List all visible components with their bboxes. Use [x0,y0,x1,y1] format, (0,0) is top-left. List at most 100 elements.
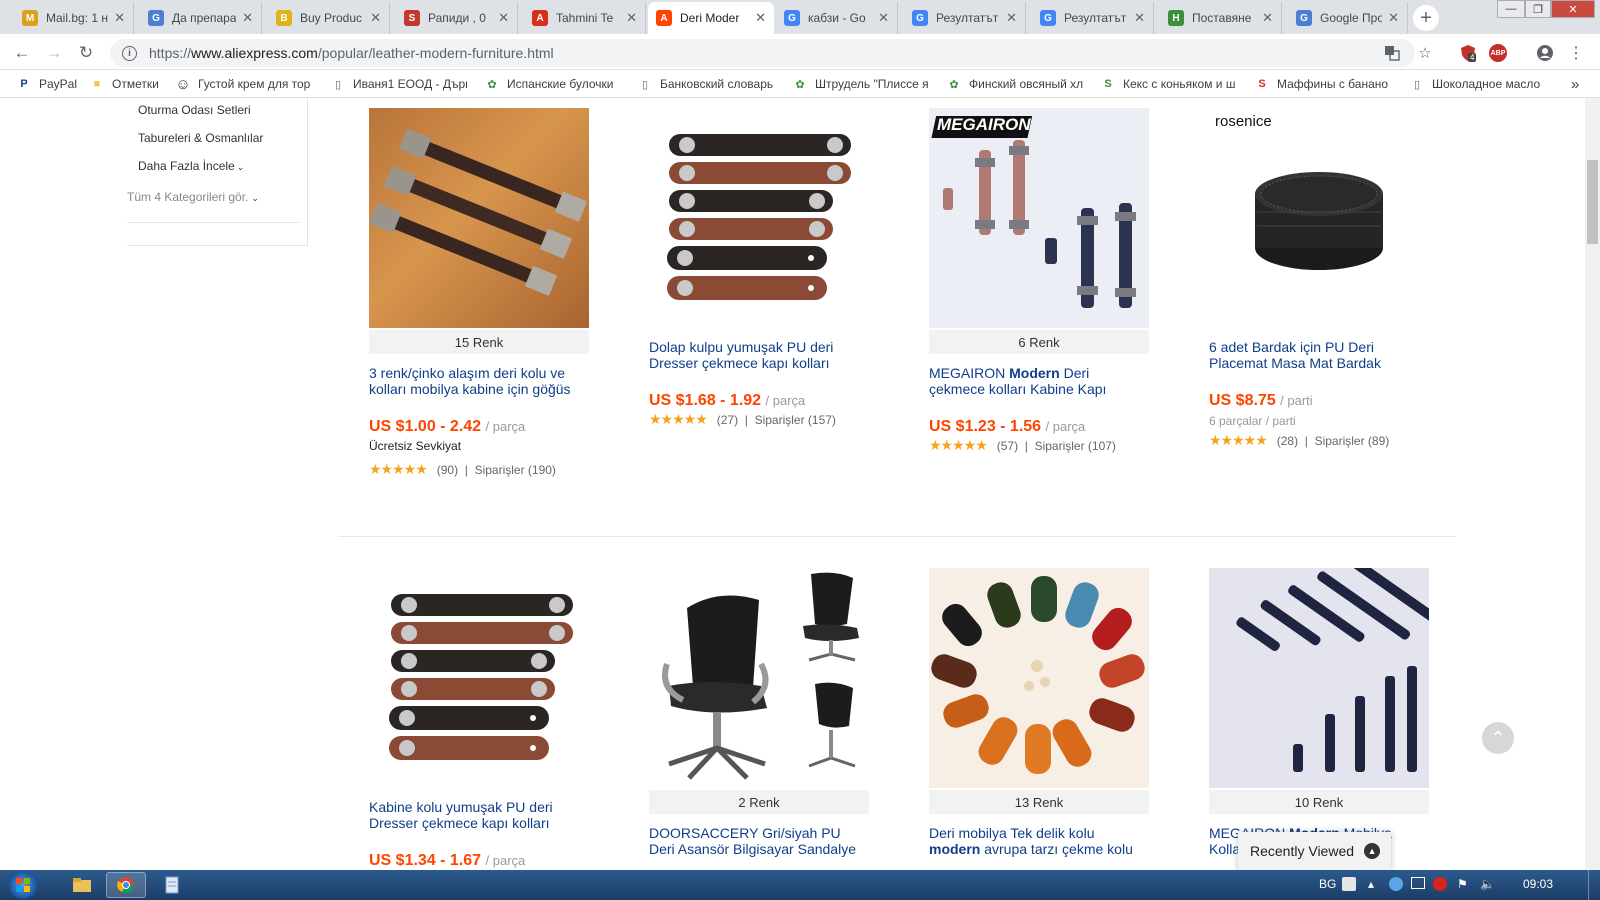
product-title[interactable]: Kabine kolu yumuşak PU deri Dresser çekm… [369,799,589,831]
tab-rezultat-2[interactable]: G Резултатът ✕ [1032,2,1154,34]
close-tab-icon[interactable]: ✕ [1388,10,1399,26]
close-tab-icon[interactable]: ✕ [1134,10,1145,26]
back-arrow-icon[interactable]: ← [11,42,33,64]
close-tab-icon[interactable]: ✕ [755,10,766,26]
tab-deri-modern-active[interactable]: A Deri Moder ✕ [648,2,774,34]
close-window-button[interactable]: ✕ [1551,0,1595,18]
product-card[interactable]: 13 Renk Deri mobilya Tek delik kolu mode… [929,568,1149,868]
forward-arrow-icon[interactable]: → [43,42,65,64]
translate-icon[interactable] [1382,43,1402,63]
tab-rapidi[interactable]: S Рапиди , 0 ✕ [396,2,518,34]
bookmark-item[interactable]: S Маффины с банано [1255,76,1391,92]
review-count[interactable]: (90) [437,463,458,477]
tab-buy-product[interactable]: B Buy Produc ✕ [268,2,390,34]
bookmarks-overflow-icon[interactable]: » [1571,76,1587,92]
close-tab-icon[interactable]: ✕ [114,10,125,26]
tray-arrow-icon[interactable]: ▴ [1368,877,1374,891]
profile-avatar-icon[interactable] [1535,43,1555,63]
bookmark-item[interactable]: ▯ Иваня1 ЕООД - Дърв [331,76,467,92]
product-image[interactable] [649,568,869,788]
maximize-button[interactable]: ❐ [1525,0,1551,18]
skype-icon[interactable] [1389,877,1403,891]
review-count[interactable]: (57) [997,439,1018,453]
sidebar-link-stools[interactable]: Tabureleri & Osmanlılar [138,131,263,145]
tab-tahmini[interactable]: A Tahmini Te ✕ [524,2,646,34]
bookmark-item[interactable]: ▯ Шоколадное масло [1410,76,1548,92]
clock[interactable]: 09:03 [1523,877,1553,891]
review-count[interactable]: (27) [717,413,738,427]
bookmark-paypal[interactable]: P PayPal [17,76,79,92]
product-title[interactable]: Dolap kulpu yumuşak PU deri Dresser çekm… [649,339,869,371]
tab-postavyane[interactable]: H Поставяне ✕ [1160,2,1282,34]
product-card[interactable]: 10 Renk MEGAIRON Modern Mobilya Kolları [1209,568,1429,868]
close-tab-icon[interactable]: ✕ [626,10,637,26]
product-image[interactable] [649,108,869,328]
bookmark-folder[interactable]: ■ Отметки [90,76,162,92]
antivirus-icon[interactable] [1433,877,1447,891]
product-image[interactable]: rosenice [1209,108,1429,328]
product-card[interactable]: 2 Renk DOORSACCERY Gri/siyah PU Deri Asa… [649,568,869,868]
minimize-button[interactable]: — [1497,0,1525,18]
extension-shield-icon[interactable]: 4 [1458,43,1478,63]
tab-translate[interactable]: G Да препара ✕ [140,2,262,34]
bookmark-item[interactable]: S Кекс с коньяком и ш [1101,76,1237,92]
product-image[interactable]: MEGAIRON [929,108,1149,328]
product-title[interactable]: 6 adet Bardak için PU Deri Placemat Masa… [1209,339,1429,371]
product-image[interactable] [369,108,589,328]
bookmark-item[interactable]: ✿ Испанские булочки [485,76,618,92]
site-info-icon[interactable]: i [122,45,137,61]
network-icon[interactable] [1411,877,1425,889]
start-button[interactable] [8,871,38,899]
site-icon: S [404,10,420,26]
tab-mail[interactable]: M Mail.bg: 1 н ✕ [14,2,134,34]
bookmark-star-icon[interactable]: ☆ [1415,43,1435,63]
notepad-icon[interactable] [152,872,192,898]
product-title[interactable]: Deri mobilya Tek delik kolu modern avrup… [929,825,1149,857]
recently-viewed-button[interactable]: Recently Viewed ▲ [1238,832,1391,870]
chrome-taskbar-icon[interactable] [106,872,146,898]
tab-kabzi-google[interactable]: G кабзи - Go ✕ [776,2,898,34]
keyboard-icon[interactable] [1342,877,1356,891]
bookmark-item[interactable]: ▯ Банковский словарь [638,76,773,92]
product-title[interactable]: DOORSACCERY Gri/siyah PU Deri Asansör Bi… [649,825,869,857]
tab-google-pro[interactable]: G Google Про ✕ [1288,2,1408,34]
sidebar-link-living-room-sets[interactable]: Oturma Odası Setleri [138,103,251,117]
sidebar-link-explore-more[interactable]: Daha Fazla İncele ⌄ [138,159,244,173]
close-tab-icon[interactable]: ✕ [878,10,889,26]
close-tab-icon[interactable]: ✕ [1006,10,1017,26]
product-image[interactable] [369,568,589,788]
close-tab-icon[interactable]: ✕ [370,10,381,26]
all-categories-link[interactable]: Tüm 4 Kategorileri gör. ⌄ [127,190,259,204]
new-tab-button[interactable]: + [1413,5,1439,31]
bookmark-item[interactable]: ☺ Густой крем для тор [176,76,313,92]
vertical-scrollbar[interactable] [1585,98,1600,870]
volume-icon[interactable]: 🔈 [1480,877,1495,891]
product-card[interactable]: rosenice 6 adet Bardak için PU Deri Plac… [1209,108,1429,468]
address-bar[interactable]: i https://www.aliexpress.com/popular/lea… [110,39,1415,67]
product-card[interactable]: MEGAIRON 6 Renk MEGAIRON Modern Deri çek… [929,108,1149,468]
show-desktop-button[interactable] [1588,870,1600,900]
bookmark-item[interactable]: ✿ Штрудель "Плиссе я [793,76,929,92]
tab-rezultat-1[interactable]: G Резултатът ✕ [904,2,1026,34]
review-count[interactable]: (28) [1277,434,1298,448]
adblock-icon[interactable]: ABP [1488,43,1508,63]
close-tab-icon[interactable]: ✕ [242,10,253,26]
product-card[interactable]: Dolap kulpu yumuşak PU deri Dresser çekm… [649,108,869,468]
product-image[interactable] [929,568,1149,788]
product-card[interactable]: Kabine kolu yumuşak PU deri Dresser çekm… [369,568,589,869]
close-tab-icon[interactable]: ✕ [1262,10,1273,26]
close-tab-icon[interactable]: ✕ [498,10,509,26]
product-card[interactable]: 15 Renk 3 renk/çinko alaşım deri kolu ve… [369,108,589,477]
bookmark-item[interactable]: ✿ Финский овсяный хл [947,76,1083,92]
product-image[interactable] [1209,568,1429,788]
reload-icon[interactable]: ↻ [75,42,97,64]
file-explorer-icon[interactable] [62,872,102,898]
language-indicator[interactable]: BG [1319,877,1336,891]
tab-title: Резултатът [936,11,999,25]
scrollbar-thumb[interactable] [1587,160,1598,244]
product-title[interactable]: 3 renk/çinko alaşım deri kolu ve kolları… [369,365,589,397]
back-to-top-button[interactable]: ⌃ [1482,722,1514,754]
product-title[interactable]: MEGAIRON Modern Deri çekmece kolları Kab… [929,365,1149,397]
menu-dots-icon[interactable]: ⋮ [1566,43,1586,63]
flag-icon[interactable]: ⚑ [1457,877,1468,891]
